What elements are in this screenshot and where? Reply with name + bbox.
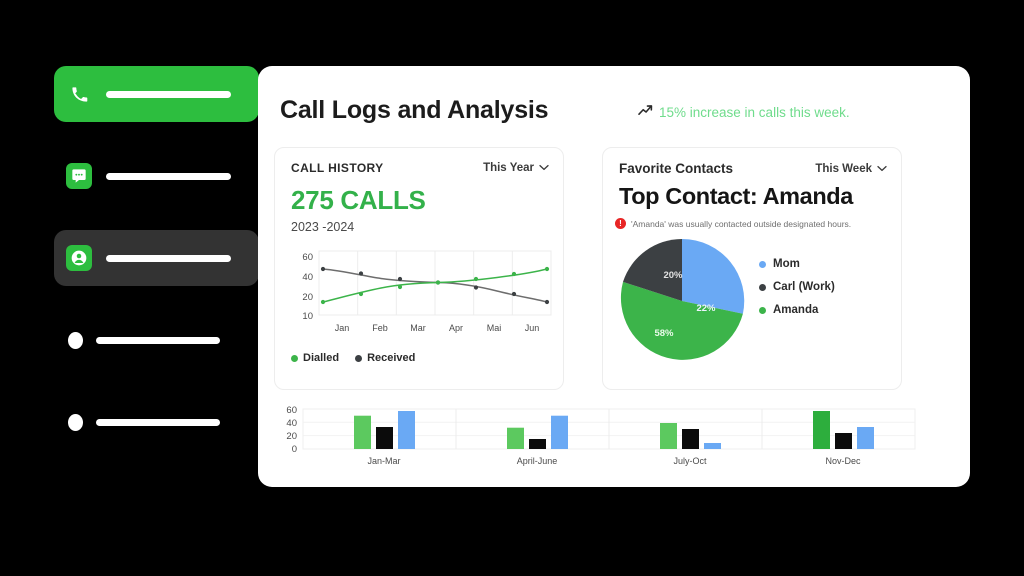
call-history-years: 2023 -2024 [291, 220, 355, 234]
sidebar-item-item-five[interactable] [54, 394, 259, 450]
legend-label-amanda: Amanda [773, 304, 819, 316]
legend-item-amanda: Amanda [759, 304, 835, 316]
svg-text:Jan-Mar: Jan-Mar [367, 456, 400, 466]
svg-text:40: 40 [286, 418, 297, 429]
alert-icon: ! [615, 218, 626, 229]
phone-icon [66, 81, 92, 107]
sidebar-item-calls-label [106, 90, 231, 98]
svg-text:58%: 58% [654, 328, 674, 339]
svg-text:April-June: April-June [517, 456, 558, 466]
sidebar-item-item-four[interactable] [54, 312, 259, 368]
svg-text:60: 60 [286, 405, 297, 416]
svg-text:20: 20 [286, 431, 297, 442]
svg-text:Mai: Mai [487, 323, 502, 333]
legend-item-carl: Carl (Work) [759, 281, 835, 293]
legend-dot-icon [759, 283, 766, 291]
svg-text:Feb: Feb [372, 323, 388, 333]
sidebar [0, 0, 262, 576]
page-title: Call Logs and Analysis [280, 96, 549, 124]
contact-icon [66, 245, 92, 271]
pie-chart-legend: Mom Carl (Work) Amanda [759, 258, 835, 316]
trend-text: 15% increase in calls this week. [659, 104, 850, 120]
favorite-contacts-range-label: This Week [815, 162, 872, 175]
legend-item-mom: Mom [759, 258, 835, 270]
legend-label-received: Received [367, 352, 416, 364]
favorite-contacts-header: Favorite Contacts This Week [619, 161, 887, 176]
call-history-card: CALL HISTORY This Year 275 CALLS 2023 -2… [274, 147, 564, 390]
quarterly-bar-chart: 60 40 20 0 Jan-Mar April-June July-Oct N… [270, 400, 960, 476]
line-chart-legend: Dialled Received [291, 352, 415, 364]
legend-dot-icon [355, 354, 363, 362]
svg-text:60: 60 [302, 252, 313, 263]
sidebar-item-item-four-label [96, 336, 220, 344]
svg-text:0: 0 [292, 444, 297, 455]
svg-text:Jun: Jun [525, 323, 540, 333]
svg-text:40: 40 [302, 272, 313, 283]
favorite-contacts-card: Favorite Contacts This Week Top Contact:… [602, 147, 902, 390]
chevron-down-icon [539, 162, 549, 174]
circle-icon [68, 331, 83, 349]
chevron-down-icon [877, 163, 887, 175]
sidebar-item-item-five-label [96, 418, 220, 426]
pie-chart: 22% 20% 58% [617, 236, 747, 366]
sidebar-item-contacts-label [106, 254, 231, 262]
legend-label-carl: Carl (Work) [773, 281, 835, 293]
svg-text:22%: 22% [696, 303, 716, 314]
legend-label-mom: Mom [773, 258, 800, 270]
warning-text: 'Amanda' was usually contacted outside d… [631, 218, 852, 229]
legend-dot-icon [759, 260, 766, 268]
top-contact-title: Top Contact: Amanda [619, 183, 853, 209]
svg-text:Jan: Jan [335, 323, 350, 333]
call-history-range-label: This Year [483, 162, 534, 174]
svg-text:20%: 20% [663, 270, 683, 281]
svg-text:20: 20 [302, 292, 313, 303]
favorite-contacts-range-dropdown[interactable]: This Week [815, 163, 887, 175]
call-history-range-dropdown[interactable]: This Year [483, 162, 549, 174]
sidebar-item-calls[interactable] [54, 66, 259, 122]
svg-text:10: 10 [302, 311, 313, 322]
sidebar-item-messages-label [106, 172, 231, 180]
legend-dot-icon [291, 354, 298, 362]
svg-text:Nov-Dec: Nov-Dec [825, 456, 861, 466]
warning-row: ! 'Amanda' was usually contacted outside… [615, 218, 851, 229]
legend-dot-icon [759, 306, 766, 314]
trend-up-icon [638, 104, 653, 120]
legend-item-dialled: Dialled [291, 352, 339, 364]
call-history-title: CALL HISTORY [291, 161, 384, 175]
main-panel: Call Logs and Analysis 15% increase in c… [258, 66, 970, 487]
svg-text:Mar: Mar [410, 323, 426, 333]
line-chart: 60 40 20 10 Jan Feb Mar Apr Mai Jun [285, 247, 555, 343]
sidebar-item-contacts[interactable] [54, 230, 259, 286]
svg-text:July-Oct: July-Oct [673, 456, 707, 466]
sidebar-item-messages[interactable] [54, 148, 259, 204]
circle-icon [68, 413, 83, 431]
legend-item-received: Received [355, 352, 415, 364]
message-icon [66, 163, 92, 189]
trend-indicator: 15% increase in calls this week. [638, 104, 850, 120]
svg-text:Apr: Apr [449, 323, 463, 333]
favorite-contacts-title: Favorite Contacts [619, 161, 734, 176]
screen: Call Logs and Analysis 15% increase in c… [0, 0, 1024, 576]
total-calls: 275 CALLS [291, 185, 426, 215]
call-history-header: CALL HISTORY This Year [291, 161, 549, 175]
legend-label-dialled: Dialled [303, 352, 340, 364]
